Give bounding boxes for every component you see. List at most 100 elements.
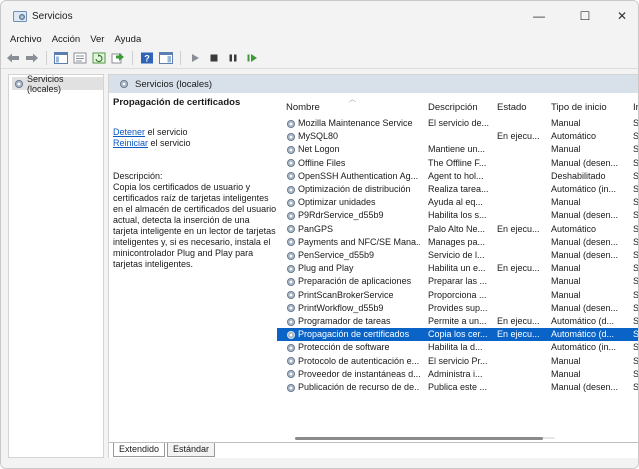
service-name-cell: Publicación de recurso de de...: [286, 381, 420, 394]
toolbar-separator: [180, 50, 181, 65]
service-name: OpenSSH Authentication Ag...: [298, 170, 419, 181]
status-bar: [1, 459, 638, 468]
service-description-cell: Administra i...: [428, 368, 483, 379]
properties-button[interactable]: [72, 50, 88, 66]
minimize-button[interactable]: —: [521, 5, 557, 27]
results-header-title: Servicios (locales): [135, 78, 213, 90]
start-service-button[interactable]: [187, 50, 203, 66]
table-row[interactable]: PenService_d55b9 Servicio de l... Manual (…: [277, 249, 639, 262]
service-logon-cell: Si: [633, 355, 639, 366]
table-row[interactable]: PrintWorkflow_d55b9 Provides sup... Manual…: [277, 302, 638, 315]
gear-icon: [287, 132, 295, 141]
restart-service-button[interactable]: [244, 50, 260, 66]
console-tree-button[interactable]: [53, 50, 69, 66]
title-bar[interactable]: Servicios — ☐ ✕: [1, 1, 638, 31]
service-description-cell: Palo Alto Ne...: [428, 223, 486, 234]
table-row[interactable]: Net Logon Mantiene un... Manual Si: [277, 143, 638, 156]
table-row[interactable]: Optimización de distribución Realiza tare…: [277, 183, 638, 196]
help-button[interactable]: ?: [139, 50, 155, 66]
column-header-status[interactable]: Estado: [497, 102, 527, 113]
gear-icon: [287, 251, 295, 260]
show-hide-action-pane-button[interactable]: [158, 50, 174, 66]
table-row[interactable]: Propagación de certificados Copia los cer…: [277, 328, 638, 342]
column-header-name[interactable]: Nombre: [286, 102, 320, 113]
table-row[interactable]: Proveedor de instantáneas d... Administra…: [277, 368, 638, 381]
service-logon-cell: Si: [633, 210, 639, 221]
console-tree-pane: Servicios (locales): [8, 74, 104, 458]
service-name-cell: Optimizar unidades: [286, 196, 420, 209]
action-pane-icon: [159, 51, 173, 64]
gear-icon: [287, 304, 295, 313]
selected-service-title: Propagación de certificados: [113, 97, 241, 108]
column-header-description[interactable]: Descripción: [428, 102, 478, 113]
restart-service-link[interactable]: Reiniciar: [113, 138, 148, 148]
pause-icon: [229, 54, 237, 61]
service-status-cell: En ejecu...: [497, 316, 540, 326]
table-row[interactable]: OpenSSH Authentication Ag... Agent to hol…: [277, 170, 638, 183]
scrollbar-thumb[interactable]: [295, 437, 543, 440]
table-row[interactable]: Programador de tareas Permite a un... En e…: [277, 315, 638, 328]
service-name: Payments and NFC/SE Mana...: [298, 236, 420, 247]
tab-estandar[interactable]: Estándar: [167, 443, 216, 457]
service-name-cell: PrintWorkflow_d55b9: [286, 302, 420, 315]
service-logon-cell: Si: [633, 197, 639, 208]
service-name-cell: Preparación de aplicaciones: [286, 275, 420, 288]
service-name: Proveedor de instantáneas d...: [298, 368, 420, 379]
table-row[interactable]: Publicación de recurso de de... Publica e…: [277, 381, 638, 394]
menu-ver[interactable]: Ver: [85, 34, 109, 45]
table-row[interactable]: Preparación de aplicaciones Preparar las …: [277, 275, 638, 288]
service-name-cell: Mozilla Maintenance Service: [286, 117, 420, 130]
forward-button[interactable]: [24, 50, 40, 66]
table-row[interactable]: PanGPS Palo Alto Ne... En ejecu... Automáti…: [277, 223, 638, 236]
refresh-button[interactable]: [91, 50, 107, 66]
service-name: Protección de software: [298, 342, 390, 353]
table-row[interactable]: PrintScanBrokerService Proporciona ... Man…: [277, 289, 638, 302]
export-list-button[interactable]: [110, 50, 126, 66]
service-description-cell: Proporciona ...: [428, 289, 487, 300]
tab-extendido[interactable]: Extendido: [113, 443, 166, 457]
service-startup-cell: Automático (d...: [551, 329, 615, 340]
service-name: Programador de tareas: [298, 316, 391, 326]
service-name-cell: MySQL80: [286, 130, 420, 143]
table-row[interactable]: MySQL80 En ejecu... Automático Si: [277, 130, 638, 143]
table-row[interactable]: Mozilla Maintenance Service El servicio d…: [277, 117, 638, 130]
service-name-cell: Offline Files: [286, 157, 420, 170]
service-logon-cell: Si: [633, 250, 639, 260]
restart-icon: [247, 53, 257, 62]
table-row[interactable]: Payments and NFC/SE Mana... Manages pa...…: [277, 236, 639, 249]
column-header-startup-type[interactable]: Tipo de inicio: [551, 102, 607, 113]
menu-accion[interactable]: Acción: [47, 34, 86, 45]
table-row[interactable]: Offline Files The Offline F... Manual (des…: [277, 157, 638, 170]
service-description-cell: Realiza tarea...: [428, 184, 489, 194]
pause-service-button[interactable]: [225, 50, 241, 66]
gear-icon: [287, 211, 295, 220]
service-name-cell: PenService_d55b9: [286, 249, 420, 262]
service-description-cell: Ayuda al eq...: [428, 197, 483, 208]
menu-ayuda[interactable]: Ayuda: [109, 34, 146, 45]
service-name-cell: Plug and Play: [286, 262, 420, 275]
close-button[interactable]: ✕: [604, 5, 638, 27]
service-name: Publicación de recurso de de...: [298, 382, 420, 392]
service-startup-cell: Manual: [551, 355, 581, 366]
table-row[interactable]: Protocolo de autenticación e... El servic…: [277, 355, 639, 368]
table-row[interactable]: Protección de software Habilita la d... Au…: [277, 341, 638, 354]
table-row[interactable]: P9RdrService_d55b9 Habilita los s... Manua…: [277, 209, 639, 222]
service-name: PenService_d55b9: [298, 250, 375, 260]
column-headers: ︿ Nombre Descripción Estado Tipo de inic…: [277, 93, 638, 117]
horizontal-scrollbar[interactable]: [295, 436, 555, 441]
service-startup-cell: Manual (desen...: [551, 157, 619, 168]
tree-item-services-local[interactable]: Servicios (locales): [12, 74, 103, 94]
window-title: Servicios: [32, 11, 73, 22]
stop-service-link[interactable]: Detener: [113, 127, 145, 137]
back-button[interactable]: [5, 50, 21, 66]
menu-archivo[interactable]: Archivo: [5, 34, 47, 45]
arrow-left-icon: [7, 53, 19, 62]
service-logon-cell: Se: [633, 236, 639, 247]
service-name: PanGPS: [298, 223, 334, 234]
table-row[interactable]: Plug and Play Habilita un e... En ejecu...…: [277, 262, 638, 275]
maximize-button[interactable]: ☐: [567, 5, 603, 27]
column-header-log-on-as[interactable]: Ir: [633, 102, 638, 113]
service-description-cell: Publica este ...: [428, 382, 488, 392]
stop-service-button[interactable]: [206, 50, 222, 66]
table-row[interactable]: Optimizar unidades Ayuda al eq... Manual Si: [277, 196, 639, 209]
